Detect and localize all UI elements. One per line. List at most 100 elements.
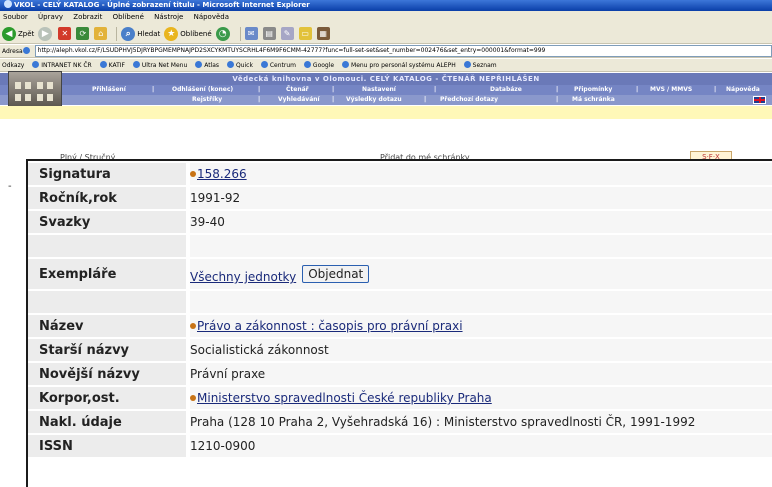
refresh-button[interactable]: ⟳ — [76, 27, 90, 40]
link-ultra-net-menu[interactable]: Ultra Net Menu — [132, 61, 187, 69]
history-button[interactable]: ◔ — [215, 26, 232, 41]
nav-comments[interactable]: Připomínky — [574, 85, 612, 95]
field-value: Právo a zákonnost : časopis pro právní p… — [190, 315, 772, 337]
home-icon: ⌂ — [94, 27, 108, 40]
link-centrum[interactable]: Centrum — [260, 61, 296, 69]
nav-my-basket[interactable]: Má schránka — [572, 95, 615, 105]
links-bar: Odkazy INTRANET NK ČR KATIF Ultra Net Me… — [0, 59, 772, 72]
nav-help[interactable]: Nápověda — [726, 85, 760, 95]
record-row: Korpor,ost. Ministerstvo spravedlnosti Č… — [28, 387, 772, 409]
library-banner: Vědecká knihovna v Olomouci. CELÝ KATALO… — [0, 73, 772, 85]
favorites-button[interactable]: ★ Oblíbené — [164, 26, 212, 41]
field-value — [190, 291, 772, 313]
nav-mvs[interactable]: MVS / MMVS — [650, 85, 692, 95]
title-link[interactable]: Právo a zákonnost : časopis pro právní p… — [197, 319, 463, 333]
record-detail-panel: Signatura 158.266 Ročník,rok 1991-92 Sva… — [26, 159, 772, 487]
field-value: 1991-92 — [190, 187, 772, 209]
signature-link[interactable]: 158.266 — [197, 167, 247, 181]
record-row: Nakl. údaje Praha (128 10 Praha 2, Vyšeh… — [28, 411, 772, 433]
nav-settings[interactable]: Nastavení — [362, 85, 396, 95]
ie-link-icon — [226, 61, 234, 68]
menu-view[interactable]: Zobrazit — [73, 13, 102, 21]
record-row: Ročník,rok 1991-92 — [28, 187, 772, 209]
print-icon: ▤ — [262, 27, 276, 40]
nav-logout[interactable]: Odhlášení (konec) — [172, 85, 233, 95]
ie-link-icon — [99, 61, 107, 68]
edit-button[interactable]: ✎ — [280, 27, 295, 40]
refresh-icon: ⟳ — [76, 27, 90, 40]
ie-logo-icon — [4, 0, 12, 8]
nav-database[interactable]: Databáze — [490, 85, 522, 95]
folder-icon: ▭ — [298, 27, 312, 40]
menu-bar: Soubor Úpravy Zobrazit Oblíbené Nástroje… — [0, 11, 772, 24]
page-icon — [22, 46, 30, 54]
margin-dash: - — [8, 181, 12, 192]
folder-button[interactable]: ▭ — [298, 27, 313, 40]
link-katif[interactable]: KATIF — [99, 61, 125, 69]
field-value: 39-40 — [190, 211, 772, 233]
search-icon: ⌕ — [121, 26, 136, 41]
field-value: Právní praxe — [190, 363, 772, 385]
back-button[interactable]: ◀ Zpět — [2, 26, 34, 41]
link-intranet[interactable]: INTRANET NK ČR — [32, 61, 92, 69]
search-button[interactable]: ⌕ Hledat — [121, 26, 160, 41]
ie-link-icon — [32, 61, 40, 68]
ie-link-icon — [303, 61, 311, 68]
stop-button[interactable]: ✕ — [58, 27, 72, 40]
field-label — [28, 235, 186, 257]
all-items-link[interactable]: Všechny jednotky — [190, 270, 296, 284]
edit-icon: ✎ — [280, 27, 294, 40]
field-value: Socialistická zákonnost — [190, 339, 772, 361]
menu-tools[interactable]: Nástroje — [154, 13, 183, 21]
mail-button[interactable]: ✉ — [244, 27, 259, 40]
library-building-logo — [8, 71, 62, 107]
ie-link-icon — [132, 61, 140, 68]
record-row: Název Právo a zákonnost : časopis pro pr… — [28, 315, 772, 337]
library-header: Vědecká knihovna v Olomouci. CELÝ KATALO… — [0, 71, 772, 137]
field-label: Název — [28, 315, 186, 337]
menu-help[interactable]: Nápověda — [194, 13, 229, 21]
nav-indexes[interactable]: Rejstříky — [192, 95, 222, 105]
english-flag-icon[interactable] — [753, 96, 766, 104]
library-nav-primary: Přihlášení | Odhlášení (konec) | Čtenář … — [0, 85, 772, 95]
record-row: Svazky 39-40 — [28, 211, 772, 233]
library-nav-secondary: Rejstříky | Vyhledávání | Výsledky dotaz… — [0, 95, 772, 105]
link-seznam[interactable]: Seznam — [463, 61, 497, 69]
field-value: 1210-0900 — [190, 435, 772, 457]
order-button[interactable]: Objednat — [302, 265, 370, 283]
nav-reader[interactable]: Čtenář — [286, 85, 309, 95]
links-label: Odkazy — [2, 62, 25, 69]
bullet-icon — [190, 395, 196, 401]
link-aleph-menu[interactable]: Menu pro personál systému ALEPH — [342, 61, 456, 69]
messenger-button[interactable]: ▦ — [316, 27, 331, 40]
link-google[interactable]: Google — [303, 61, 334, 69]
menu-edit[interactable]: Úpravy — [38, 13, 63, 21]
home-button[interactable]: ⌂ — [94, 27, 108, 40]
field-value — [190, 235, 772, 257]
address-label: Adresa — [2, 47, 23, 55]
nav-results[interactable]: Výsledky dotazu — [346, 95, 402, 105]
nav-search[interactable]: Vyhledávání — [278, 95, 320, 105]
record-row: Signatura 158.266 — [28, 163, 772, 185]
field-label: Signatura — [28, 163, 186, 185]
link-atlas[interactable]: Atlas — [195, 61, 219, 69]
ie-link-icon — [463, 61, 471, 68]
address-input[interactable]: http://aleph.vkol.cz/F/LSUDPHVJ5DJRYBPGM… — [34, 45, 772, 57]
field-value: 158.266 — [190, 163, 772, 185]
record-row-empty — [28, 291, 772, 313]
star-icon: ★ — [164, 26, 179, 41]
corporation-link[interactable]: Ministerstvo spravedlnosti České republi… — [197, 391, 492, 405]
stop-icon: ✕ — [58, 27, 72, 40]
menu-favorites[interactable]: Oblíbené — [113, 13, 144, 21]
ie-link-icon — [342, 61, 350, 68]
message-bar — [0, 106, 772, 119]
forward-button[interactable]: ▶ — [38, 26, 54, 41]
window-title: VKOL - CELÝ KATALOG - Úplné zobrazení ti… — [14, 1, 310, 9]
link-quick[interactable]: Quick — [226, 61, 253, 69]
window-titlebar: VKOL - CELÝ KATALOG - Úplné zobrazení ti… — [0, 0, 772, 11]
menu-file[interactable]: Soubor — [3, 13, 28, 21]
nav-login[interactable]: Přihlášení — [92, 85, 126, 95]
field-value: Všechny jednotky Objednat — [190, 259, 772, 289]
nav-previous-queries[interactable]: Předchozí dotazy — [440, 95, 498, 105]
print-button[interactable]: ▤ — [262, 27, 277, 40]
